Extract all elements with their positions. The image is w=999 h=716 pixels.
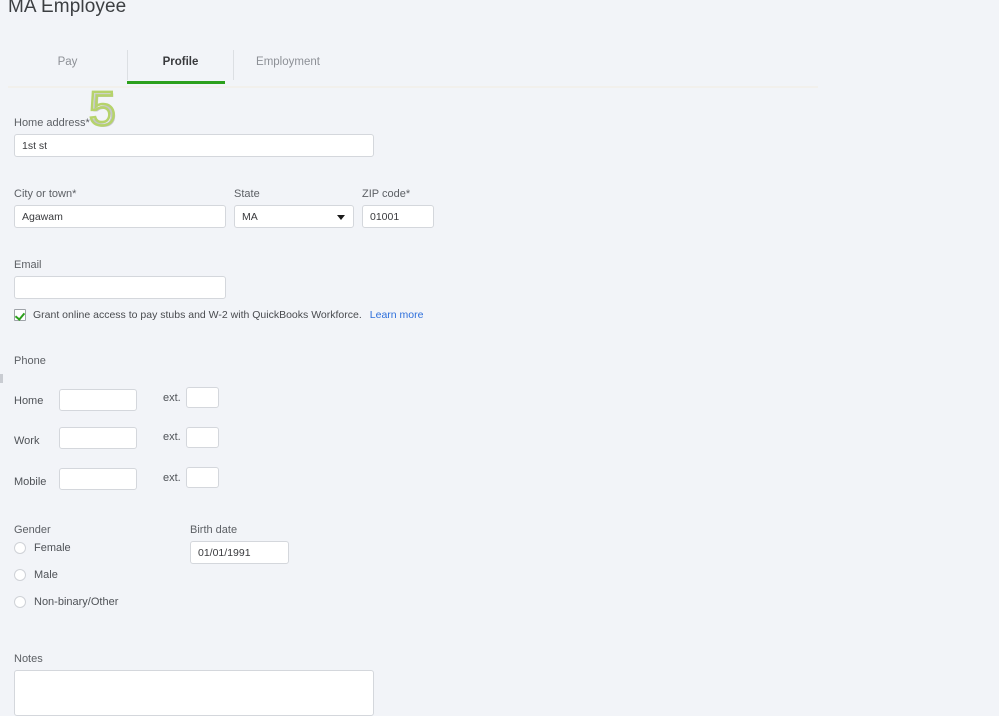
phone-mobile-ext-label: ext. bbox=[163, 472, 181, 484]
phone-work-label: Work bbox=[14, 435, 40, 447]
phone-home-ext-label: ext. bbox=[163, 392, 181, 404]
watermark-five-overlay: 5 bbox=[88, 83, 117, 136]
city-label: City or town* bbox=[14, 188, 77, 200]
phone-home-input[interactable] bbox=[59, 389, 137, 411]
phone-section-label: Phone bbox=[14, 355, 46, 367]
state-select[interactable]: MA bbox=[234, 205, 354, 228]
home-address-input[interactable] bbox=[14, 134, 374, 157]
state-select-value: MA bbox=[242, 210, 258, 223]
workforce-access-row[interactable]: Grant online access to pay stubs and W-2… bbox=[14, 309, 423, 321]
phone-mobile-ext-input[interactable] bbox=[186, 467, 219, 488]
state-label: State bbox=[234, 188, 260, 200]
checkbox-checked-icon[interactable] bbox=[14, 309, 26, 321]
radio-unselected-icon[interactable] bbox=[14, 569, 26, 581]
learn-more-link[interactable]: Learn more bbox=[370, 309, 424, 321]
gender-option-female[interactable]: Female bbox=[14, 542, 71, 554]
zip-input[interactable] bbox=[362, 205, 434, 228]
phone-work-ext-label: ext. bbox=[163, 431, 181, 443]
radio-unselected-icon[interactable] bbox=[14, 542, 26, 554]
gender-option-nonbinary-label: Non-binary/Other bbox=[34, 596, 119, 608]
phone-mobile-input[interactable] bbox=[59, 468, 137, 490]
employee-profile-page: { "page": { "title": "MA Employee", "bac… bbox=[0, 0, 999, 716]
tab-pay[interactable]: Pay bbox=[8, 47, 127, 83]
tabstrip: Pay Profile Employment bbox=[8, 47, 818, 83]
tabstrip-divider bbox=[8, 86, 818, 88]
phone-mobile-label: Mobile bbox=[14, 476, 47, 488]
notes-label: Notes bbox=[14, 653, 43, 665]
chevron-down-icon bbox=[337, 214, 345, 220]
notes-textarea[interactable] bbox=[14, 670, 374, 716]
active-tab-indicator bbox=[127, 81, 225, 84]
gender-option-nonbinary[interactable]: Non-binary/Other bbox=[14, 596, 118, 608]
phone-work-input[interactable] bbox=[59, 427, 137, 449]
phone-home-label: Home bbox=[14, 395, 44, 407]
radio-unselected-icon[interactable] bbox=[14, 596, 26, 608]
gender-option-male-label: Male bbox=[34, 569, 58, 581]
email-label: Email bbox=[14, 259, 42, 271]
birth-date-input[interactable] bbox=[190, 541, 289, 564]
email-input[interactable] bbox=[14, 276, 226, 299]
tab-employment[interactable]: Employment bbox=[234, 47, 342, 83]
tab-profile[interactable]: Profile bbox=[127, 47, 234, 83]
tab-pay-label: Pay bbox=[57, 56, 78, 68]
page-title: MA Employee bbox=[8, 0, 127, 17]
birth-date-label: Birth date bbox=[190, 524, 238, 536]
gender-label: Gender bbox=[14, 524, 51, 536]
phone-home-ext-input[interactable] bbox=[186, 387, 219, 408]
zip-label: ZIP code* bbox=[362, 188, 411, 200]
left-edge-artifact bbox=[0, 374, 3, 383]
tab-employment-label: Employment bbox=[256, 56, 320, 68]
home-address-label: Home address* bbox=[14, 117, 90, 129]
gender-option-male[interactable]: Male bbox=[14, 569, 58, 581]
city-input[interactable] bbox=[14, 205, 226, 228]
workforce-access-label: Grant online access to pay stubs and W-2… bbox=[33, 309, 362, 321]
phone-work-ext-input[interactable] bbox=[186, 427, 219, 448]
gender-option-female-label: Female bbox=[34, 542, 71, 554]
tab-profile-label: Profile bbox=[162, 56, 199, 68]
